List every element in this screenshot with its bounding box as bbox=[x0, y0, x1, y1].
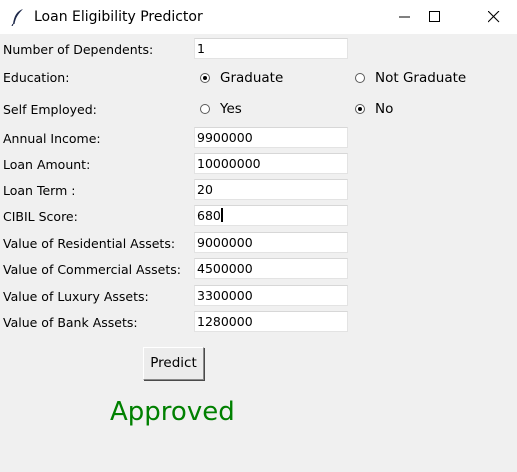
maximize-icon bbox=[429, 11, 440, 22]
close-icon bbox=[488, 11, 500, 23]
dependents-label: Number of Dependents: bbox=[3, 42, 154, 57]
predict-button[interactable]: Predict bbox=[143, 347, 204, 380]
bank-assets-label: Value of Bank Assets: bbox=[3, 315, 138, 330]
education-not-graduate-radio[interactable]: Not Graduate bbox=[355, 69, 466, 87]
commercial-assets-label: Value of Commercial Assets: bbox=[3, 262, 181, 277]
self-employed-yes-radio[interactable]: Yes bbox=[200, 100, 242, 118]
residential-assets-input[interactable]: 9000000 bbox=[194, 232, 348, 253]
self-employed-yes-label: Yes bbox=[220, 101, 242, 117]
self-employed-no-radio[interactable]: No bbox=[355, 100, 393, 118]
loan-amount-label: Loan Amount: bbox=[3, 157, 91, 172]
close-button[interactable] bbox=[471, 0, 517, 34]
dependents-input[interactable]: 1 bbox=[194, 38, 348, 59]
self-employed-no-label: No bbox=[375, 101, 394, 117]
education-not-graduate-label: Not Graduate bbox=[375, 70, 467, 86]
text-cursor bbox=[220, 208, 223, 222]
window-title: Loan Eligibility Predictor bbox=[34, 9, 203, 25]
education-graduate-radio[interactable]: Graduate bbox=[200, 69, 283, 87]
loan-amount-input[interactable]: 10000000 bbox=[194, 153, 348, 174]
maximize-button[interactable] bbox=[412, 0, 458, 34]
cibil-score-input[interactable]: 680 bbox=[194, 205, 348, 226]
annual-income-input[interactable]: 9900000 bbox=[194, 127, 348, 148]
radio-unselected-icon bbox=[355, 73, 365, 83]
radio-selected-icon bbox=[200, 73, 210, 83]
education-graduate-label: Graduate bbox=[220, 70, 284, 86]
cibil-score-label: CIBIL Score: bbox=[3, 209, 78, 224]
education-label: Education: bbox=[3, 70, 70, 85]
radio-selected-icon bbox=[355, 104, 365, 114]
radio-unselected-icon bbox=[200, 104, 210, 114]
annual-income-label: Annual Income: bbox=[3, 131, 101, 146]
loan-term-input[interactable]: 20 bbox=[194, 179, 348, 200]
loan-term-label: Loan Term : bbox=[3, 183, 76, 198]
feather-icon bbox=[10, 8, 26, 27]
bank-assets-input[interactable]: 1280000 bbox=[194, 311, 348, 332]
luxury-assets-input[interactable]: 3300000 bbox=[194, 285, 348, 306]
luxury-assets-label: Value of Luxury Assets: bbox=[3, 289, 149, 304]
self-employed-label: Self Employed: bbox=[3, 102, 97, 117]
prediction-result: Approved bbox=[110, 397, 235, 427]
title-bar: Loan Eligibility Predictor bbox=[0, 0, 517, 34]
residential-assets-label: Value of Residential Assets: bbox=[3, 236, 176, 251]
commercial-assets-input[interactable]: 4500000 bbox=[194, 258, 348, 279]
cibil-score-value: 680 bbox=[197, 208, 221, 223]
minimize-icon bbox=[399, 16, 410, 18]
